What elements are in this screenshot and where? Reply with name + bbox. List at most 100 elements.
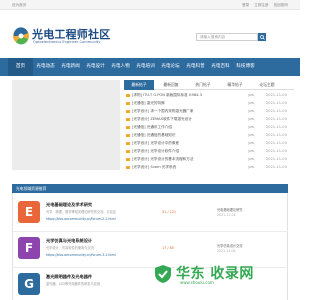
news-title[interactable]: [光通信] 光通信的基础知识 (132, 133, 242, 138)
nav-item-wiki[interactable]: 光电百科 (208, 58, 233, 76)
news-date: 2021-11-04 (266, 149, 287, 153)
search-icon (259, 34, 265, 40)
list-item[interactable]: [光学设计] ZEMAX软件下载激光设计 yzs 2021-11-04 (124, 116, 294, 124)
tab-hot-posts[interactable]: 热门帖子 (188, 80, 218, 90)
news-title[interactable]: [光学设计] 光学设计的基本流程和方法 (132, 157, 242, 162)
list-item[interactable]: [光学设计] 光学设计的基本流程和方法 yzs 2021-11-04 (124, 156, 294, 164)
nav-item-design[interactable]: 光电设计 (83, 58, 108, 76)
news-date: 2021-11-04 (266, 157, 287, 161)
news-author[interactable]: yzs (248, 141, 254, 145)
forum-last-date: 2021-11-04 (217, 213, 236, 217)
nav-item-home[interactable]: 首页 (8, 58, 33, 76)
news-tabs: 最新帖子 最新回复 热门帖子 精华帖子 论坛主题 (124, 80, 294, 90)
news-title[interactable]: [光学设计] 光学设计中的像差 (132, 141, 242, 146)
tab-latest-posts[interactable]: 最新帖子 (124, 80, 154, 90)
top-bar: 设为首页 登录 立即注册 找回密码 (0, 0, 300, 10)
watermark-sub: www.shoulu.com (180, 280, 214, 285)
forgot-password-link[interactable]: 找回密码 (274, 3, 288, 8)
news-title[interactable]: [光学设计] Snom 光学系统 (132, 165, 242, 170)
doc-icon (126, 117, 130, 121)
news-title[interactable]: [求购] ITU-T G.PON 新版国际标准 G984.3 (132, 93, 242, 98)
doc-icon (126, 101, 130, 105)
news-title[interactable]: [光学设计] 求一个国内采购激光器厂家 (132, 109, 242, 114)
forum-row[interactable]: E 光电基础理论及学术研究 光学、物理、数学等相关理论研究的交流、讨论区 htt… (12, 196, 288, 232)
news-date: 2021-11-04 (266, 109, 287, 113)
forum-badge-icon[interactable]: F (18, 237, 40, 259)
news-date: 2021-11-04 (266, 101, 287, 105)
forum-link[interactable]: https://bbs.oecommunity.cn/forum-2-1.htm… (46, 217, 116, 221)
forum-link[interactable]: https://bbs.oecommunity.cn/forum-3-1.htm… (46, 253, 116, 257)
news-date: 2021-11-04 (266, 165, 287, 169)
news-title[interactable]: [光学设计] 光学设计软件介绍 (132, 149, 242, 154)
watermark: 华东 收录网 www.shoulu.com (150, 262, 290, 286)
shield-icon (155, 265, 171, 283)
forum-badge-icon[interactable]: E (18, 201, 40, 223)
news-author[interactable]: yzs (248, 109, 254, 113)
doc-icon (126, 157, 130, 161)
section-title: 光电领域资源推荐 (16, 186, 47, 192)
doc-icon (126, 133, 130, 137)
news-author[interactable]: yzs (248, 93, 254, 97)
news-date: 2021-11-04 (266, 117, 287, 121)
news-author[interactable]: yzs (248, 125, 254, 129)
search-input[interactable]: 请输入搜索内容 (196, 33, 258, 41)
search-button[interactable] (258, 33, 266, 41)
section-header: 光电领域资源推荐 (12, 184, 288, 193)
news-author[interactable]: yzs (248, 157, 254, 161)
nav-item-news[interactable]: 光电新闻 (58, 58, 83, 76)
forum-last-date: 2021-11-04 (217, 249, 236, 253)
news-author[interactable]: yzs (248, 117, 254, 121)
news-author[interactable]: yzs (248, 101, 254, 105)
site-logo-icon[interactable] (12, 27, 30, 45)
nav-item-science[interactable]: 光电科普 (183, 58, 208, 76)
news-date: 2021-11-04 (266, 125, 287, 129)
news-date: 2021-11-04 (266, 133, 287, 137)
list-item[interactable]: [光学设计] Snom 光学系统 yzs 2021-11-04 (124, 164, 294, 172)
forum-name[interactable]: 激光照明器件及光电器件 (46, 274, 92, 280)
login-link[interactable]: 登录 (242, 3, 249, 8)
news-title[interactable]: [光通信] 光通讯工作介绍 (132, 125, 242, 130)
forum-name[interactable]: 光学仿真与光电系统设计 (46, 238, 92, 244)
news-author[interactable]: yzs (248, 133, 254, 137)
forum-last-post[interactable]: 光学仿真设计交流 (217, 243, 243, 248)
tab-latest-replies[interactable]: 最新回复 (156, 80, 186, 90)
tab-featured-posts[interactable]: 精华帖子 (220, 80, 250, 90)
list-item[interactable]: [光学设计] 求一个国内采购激光器厂家 yzs 2021-11-04 (124, 108, 294, 116)
doc-icon (126, 165, 130, 169)
news-author[interactable]: yzs (248, 149, 254, 153)
nav-item-training[interactable]: 光电培训 (133, 58, 158, 76)
news-date: 2021-11-04 (266, 141, 287, 145)
forum-description: 激光器、LED等光电器件的研发与应用 (46, 282, 101, 286)
forum-name[interactable]: 光电基础理论及学术研究 (46, 202, 92, 208)
forum-post-count: 17 / 85 (162, 246, 174, 250)
site-subtitle: Optoelectronics Engineer Community (33, 40, 101, 44)
doc-icon (126, 109, 130, 113)
set-homepage-link[interactable]: 设为首页 (12, 3, 26, 8)
news-title[interactable]: [光学设计] ZEMAX软件下载激光设计 (132, 117, 242, 122)
nav-item-people[interactable]: 光电人物 (108, 58, 133, 76)
doc-icon (126, 93, 130, 97)
list-item[interactable]: [光学设计] 光学设计软件介绍 yzs 2021-11-04 (124, 148, 294, 156)
forum-post-count: 31 / 121 (162, 210, 177, 214)
news-title[interactable]: [光通信] 激光的特殊 (132, 101, 242, 106)
nav-item-forum[interactable]: 光电论坛 (158, 58, 183, 76)
list-item[interactable]: [光通信] 光通信的基础知识 yzs 2021-11-04 (124, 132, 294, 140)
nav-item-dynamics[interactable]: 光电动态 (33, 58, 58, 76)
list-item[interactable]: [求购] ITU-T G.PON 新版国际标准 G984.3 yzs 2021-… (124, 92, 294, 100)
register-link[interactable]: 立即注册 (254, 3, 268, 8)
account-links: 登录 立即注册 找回密码 (242, 3, 288, 8)
list-item[interactable]: [光通信] 激光的特殊 yzs 2021-11-04 (124, 100, 294, 108)
nav-item-blog[interactable]: 科技博客 (233, 58, 258, 76)
news-author[interactable]: yzs (248, 165, 254, 169)
doc-icon (126, 125, 130, 129)
forum-badge-icon[interactable]: G (18, 273, 40, 295)
news-date: 2021-11-04 (266, 93, 287, 97)
list-item[interactable]: [光学设计] 光学设计中的像差 yzs 2021-11-04 (124, 140, 294, 148)
doc-icon (126, 149, 130, 153)
main-nav: 首页 光电动态 光电新闻 光电设计 光电人物 光电培训 光电论坛 光电科普 光电… (0, 58, 300, 76)
doc-icon (126, 141, 130, 145)
featured-banner[interactable] (12, 80, 120, 170)
list-item[interactable]: [光通信] 光通讯工作介绍 yzs 2021-11-04 (124, 124, 294, 132)
forum-last-post[interactable]: 光电基础理论研究 (217, 207, 243, 212)
tab-forum-topics[interactable]: 论坛主题 (252, 80, 282, 90)
